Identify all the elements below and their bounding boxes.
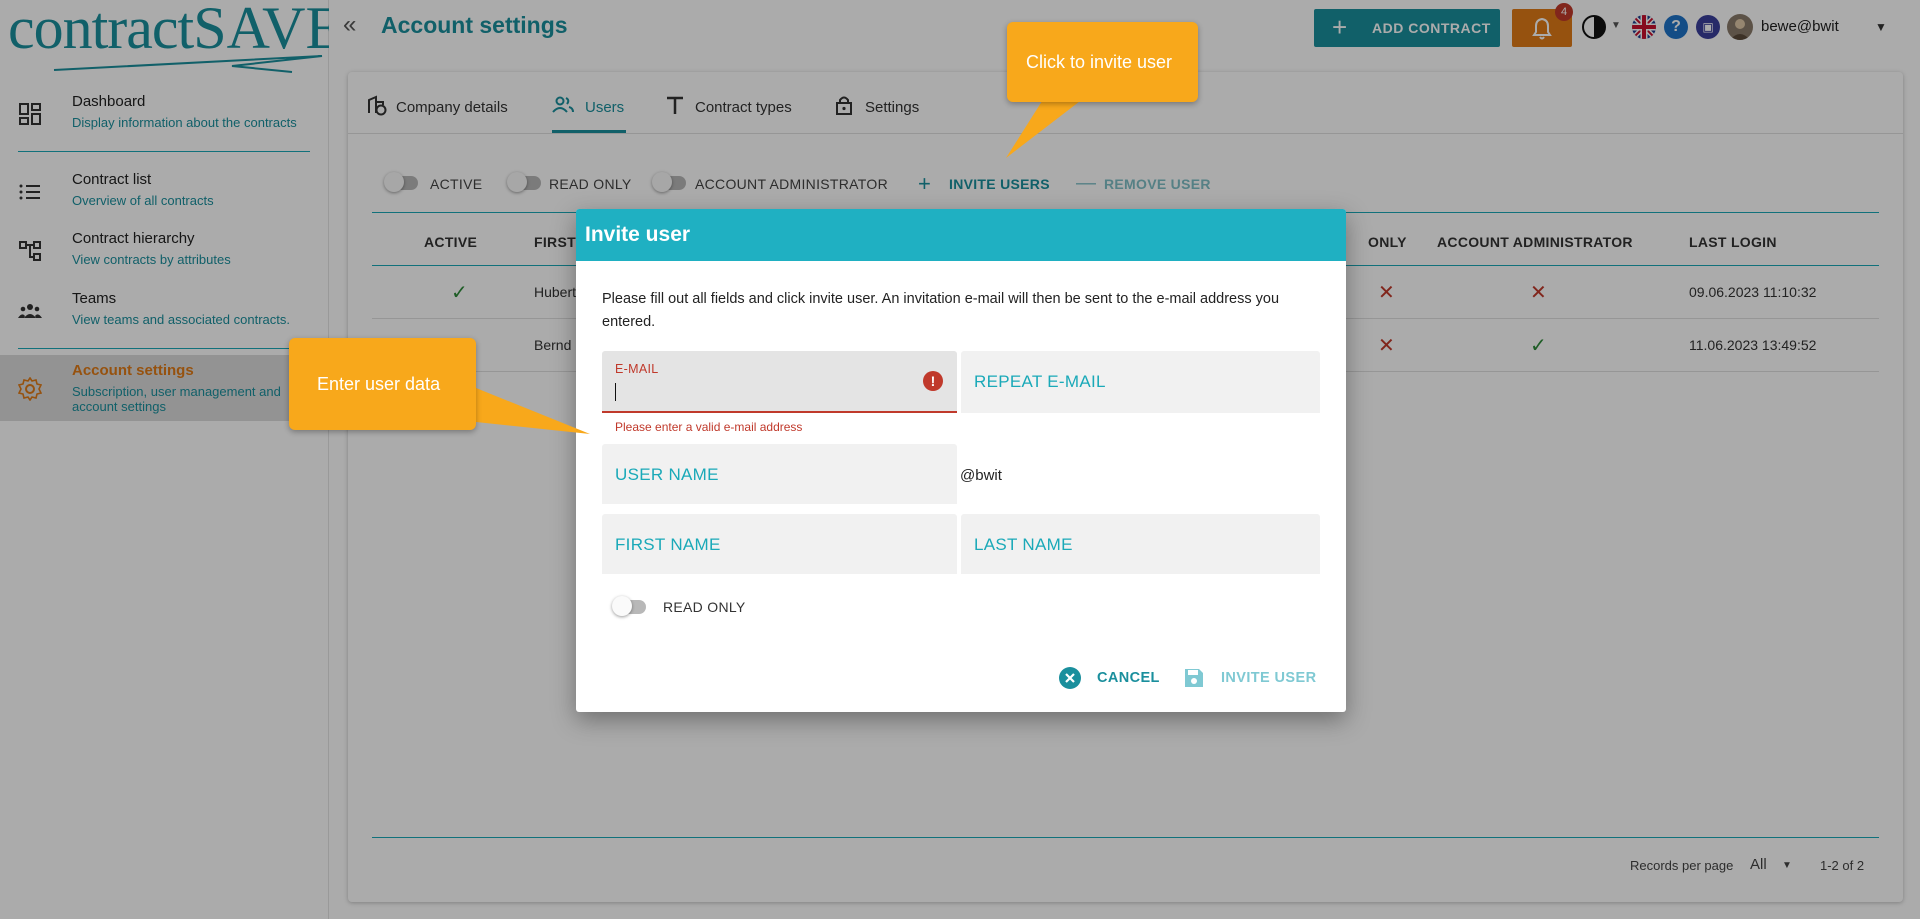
username-field[interactable]: USER NAME <box>602 444 957 504</box>
callout-enter-user-data: Enter user data <box>289 338 476 430</box>
email-field-label: E-MAIL <box>615 362 659 376</box>
first-name-field-label: FIRST NAME <box>615 535 721 554</box>
invite-user-button[interactable]: INVITE USER <box>1183 669 1323 692</box>
repeat-email-field[interactable]: REPEAT E-MAIL <box>961 351 1320 413</box>
read-only-toggle[interactable] <box>612 596 650 618</box>
callout-invite-text: Click to invite user <box>1026 52 1173 72</box>
callout-enter-text: Enter user data <box>317 374 441 394</box>
email-field[interactable]: E-MAIL ! <box>602 351 957 413</box>
callout-invite-users: Click to invite user <box>1007 22 1198 102</box>
last-name-field-label: LAST NAME <box>974 535 1073 554</box>
error-icon: ! <box>923 371 943 391</box>
dialog-header: Invite user <box>576 209 1346 261</box>
dialog-intro-text: Please fill out all fields and click inv… <box>602 291 1280 330</box>
dialog-title: Invite user <box>585 223 691 246</box>
callout-pointer <box>1006 98 1084 158</box>
save-icon <box>1185 669 1203 687</box>
email-error-message: Please enter a valid e-mail address <box>615 420 803 434</box>
invite-user-dialog: Invite user Please fill out all fields a… <box>576 209 1346 712</box>
invite-user-button-label: INVITE USER <box>1221 670 1317 686</box>
domain-suffix: @bwit <box>960 467 1002 484</box>
cancel-button[interactable]: CANCEL <box>1059 667 1160 692</box>
last-name-field[interactable]: LAST NAME <box>961 514 1320 574</box>
callout-pointer <box>476 388 590 434</box>
cancel-button-label: CANCEL <box>1097 670 1160 686</box>
first-name-field[interactable]: FIRST NAME <box>602 514 957 574</box>
repeat-email-field-label: REPEAT E-MAIL <box>974 372 1106 391</box>
username-field-label: USER NAME <box>615 465 719 484</box>
text-cursor <box>615 383 616 401</box>
read-only-toggle-label: READ ONLY <box>663 599 746 615</box>
cancel-circle-icon <box>1059 667 1081 689</box>
